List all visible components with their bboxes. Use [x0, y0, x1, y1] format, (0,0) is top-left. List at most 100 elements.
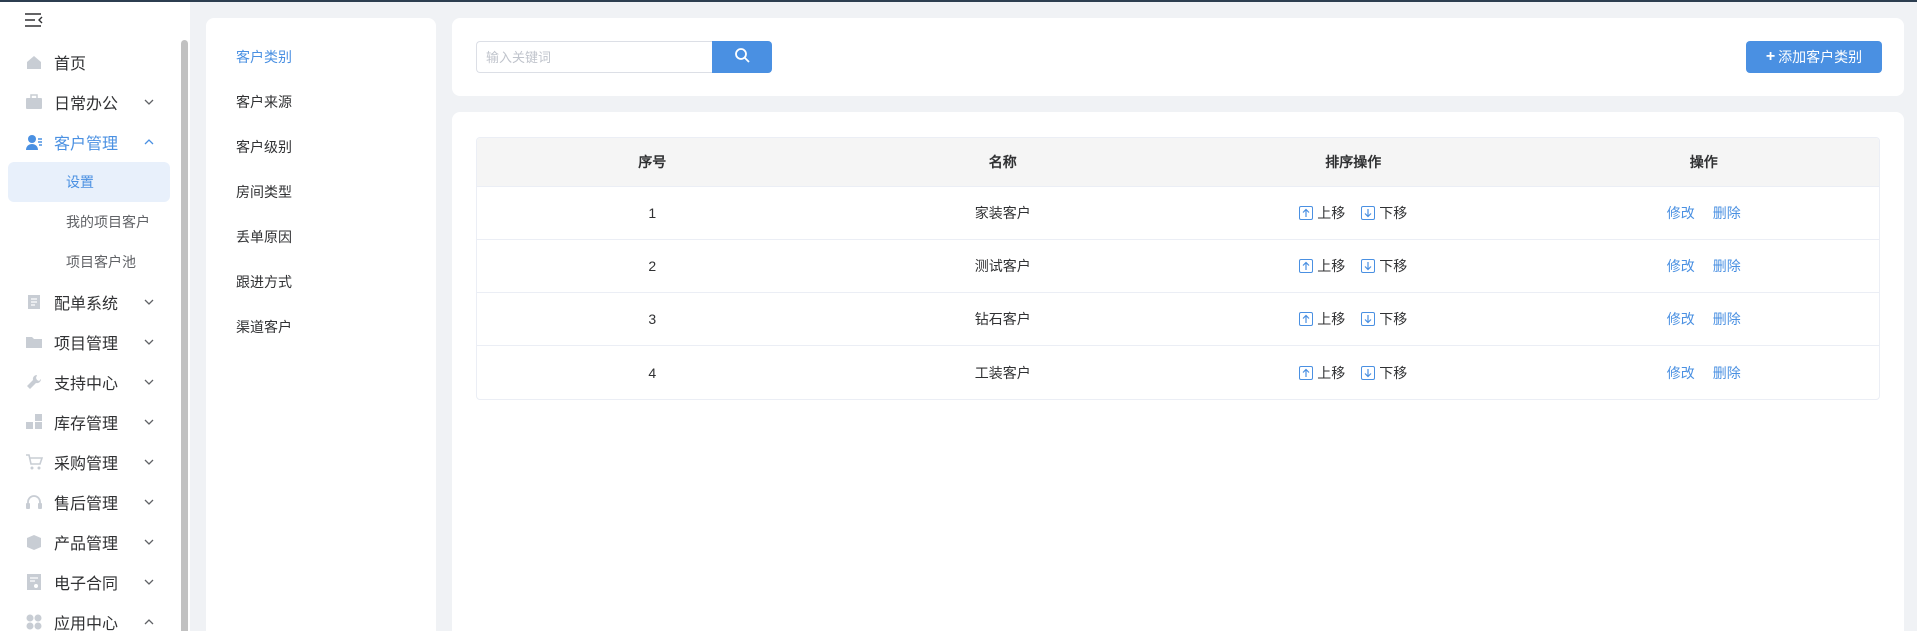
- move-up-button[interactable]: 上移: [1299, 203, 1345, 223]
- row-name: 测试客户: [974, 258, 1031, 274]
- sidebar-subitem-my-customers[interactable]: 我的项目客户: [0, 202, 178, 242]
- search-input[interactable]: [476, 41, 712, 73]
- top-border: [0, 0, 1917, 2]
- chevron-up-icon: [142, 135, 156, 149]
- sidebar-item-label: 应用中心: [54, 616, 119, 631]
- column-header-actions: 操作: [1689, 154, 1718, 170]
- move-down-button[interactable]: 下移: [1361, 203, 1407, 223]
- arrow-down-icon: [1361, 312, 1376, 326]
- cart-icon: [24, 452, 44, 472]
- edit-link[interactable]: 修改: [1667, 363, 1695, 383]
- edit-link[interactable]: 修改: [1667, 256, 1695, 276]
- move-down-label: 下移: [1379, 311, 1408, 327]
- search-button[interactable]: [712, 41, 772, 73]
- arrow-up-icon: [1299, 312, 1314, 326]
- table-header-row: 序号 名称 排序操作 操作: [477, 138, 1879, 187]
- sidebar-item-customer[interactable]: 客户管理: [0, 122, 178, 162]
- headset-icon: [24, 492, 44, 512]
- row-actions: 修改 删除: [1529, 256, 1880, 276]
- category-item-lost-reason[interactable]: 丢单原因: [206, 214, 436, 259]
- inventory-icon: [24, 412, 44, 432]
- table-body: 1 家装客户 上移 下移 修改 删除 2 测试客户 上移 下移 修改 删除 3 钻石客户 上移 下移 修改 删除 4…: [477, 187, 1879, 399]
- table-row: 1 家装客户 上移 下移 修改 删除: [477, 187, 1879, 240]
- sidebar-subitem-customer-pool[interactable]: 项目客户池: [0, 242, 178, 282]
- toolbar: + 添加客户类别: [452, 18, 1904, 96]
- sidebar-item-label: 首页: [54, 56, 87, 73]
- delete-link[interactable]: 删除: [1713, 256, 1741, 276]
- sidebar-item-label: 日常办公: [54, 96, 119, 113]
- sidebar-item-order[interactable]: 配单系统: [0, 282, 178, 322]
- table-row: 2 测试客户 上移 下移 修改 删除: [477, 240, 1879, 293]
- apps-icon: [24, 612, 44, 631]
- move-up-label: 上移: [1317, 364, 1346, 381]
- move-down-label: 下移: [1379, 205, 1408, 221]
- briefcase-icon: [24, 92, 44, 112]
- move-up-button[interactable]: 上移: [1299, 309, 1345, 329]
- sidebar-item-label: 电子合同: [54, 576, 119, 593]
- row-sort-actions: 上移 下移: [1178, 203, 1529, 223]
- edit-link[interactable]: 修改: [1667, 309, 1695, 329]
- row-actions: 修改 删除: [1529, 363, 1880, 383]
- add-button-label: 添加客户类别: [1778, 49, 1863, 65]
- category-panel: 客户类别 客户来源 客户级别 房间类型 丢单原因 跟进方式 渠道客户: [206, 18, 436, 631]
- move-up-label: 上移: [1317, 258, 1346, 274]
- sidebar-item-home[interactable]: 首页: [0, 42, 178, 82]
- column-header-index: 序号: [638, 154, 667, 170]
- chevron-down-icon: [142, 295, 156, 309]
- move-up-button[interactable]: 上移: [1299, 363, 1345, 383]
- sidebar-item-label: 支持中心: [54, 376, 119, 393]
- sidebar-scrollbar[interactable]: [181, 40, 188, 631]
- move-down-label: 下移: [1379, 258, 1408, 274]
- category-item-channel-customer[interactable]: 渠道客户: [206, 304, 436, 349]
- box-icon: [24, 532, 44, 552]
- sidebar-subitem-settings[interactable]: 设置: [8, 162, 170, 202]
- move-down-button[interactable]: 下移: [1361, 309, 1407, 329]
- sidebar-item-project[interactable]: 项目管理: [0, 322, 178, 362]
- category-item-followup-method[interactable]: 跟进方式: [206, 259, 436, 304]
- chevron-down-icon: [142, 415, 156, 429]
- search-icon: [734, 47, 750, 68]
- category-item-customer-type[interactable]: 客户类别: [206, 34, 436, 79]
- customer-icon: [24, 132, 44, 152]
- row-sort-actions: 上移 下移: [1178, 256, 1529, 276]
- sidebar-item-apps[interactable]: 应用中心: [0, 602, 178, 631]
- arrow-down-icon: [1361, 259, 1376, 273]
- sidebar-item-support[interactable]: 支持中心: [0, 362, 178, 402]
- arrow-down-icon: [1361, 365, 1376, 380]
- category-item-customer-source[interactable]: 客户来源: [206, 79, 436, 124]
- arrow-up-icon: [1299, 365, 1314, 380]
- sidebar-item-label: 产品管理: [54, 536, 119, 553]
- sidebar-item-inventory[interactable]: 库存管理: [0, 402, 178, 442]
- add-customer-type-button[interactable]: + 添加客户类别: [1746, 41, 1882, 73]
- folder-icon: [24, 332, 44, 352]
- sidebar-item-product[interactable]: 产品管理: [0, 522, 178, 562]
- sidebar-item-office[interactable]: 日常办公: [0, 82, 178, 122]
- sidebar-item-aftersales[interactable]: 售后管理: [0, 482, 178, 522]
- plus-icon: +: [1765, 48, 1776, 65]
- move-up-label: 上移: [1317, 205, 1346, 221]
- move-down-button[interactable]: 下移: [1361, 363, 1407, 383]
- chevron-down-icon: [142, 95, 156, 109]
- menu-collapse-icon[interactable]: [24, 12, 44, 28]
- category-item-room-type[interactable]: 房间类型: [206, 169, 436, 214]
- sidebar-item-label: 采购管理: [54, 456, 119, 473]
- column-header-name: 名称: [988, 154, 1017, 170]
- contract-icon: [24, 572, 44, 592]
- sidebar-item-contract[interactable]: 电子合同: [0, 562, 178, 602]
- move-up-button[interactable]: 上移: [1299, 256, 1345, 276]
- sidebar-item-label: 配单系统: [54, 296, 119, 313]
- row-name: 钻石客户: [974, 311, 1031, 327]
- category-item-customer-level[interactable]: 客户级别: [206, 124, 436, 169]
- edit-link[interactable]: 修改: [1667, 203, 1695, 223]
- row-index: 3: [648, 311, 657, 327]
- wrench-icon: [24, 372, 44, 392]
- delete-link[interactable]: 删除: [1713, 203, 1741, 223]
- arrow-down-icon: [1361, 206, 1376, 220]
- delete-link[interactable]: 删除: [1713, 309, 1741, 329]
- row-sort-actions: 上移 下移: [1178, 363, 1529, 383]
- table-row: 3 钻石客户 上移 下移 修改 删除: [477, 293, 1879, 346]
- chevron-down-icon: [142, 535, 156, 549]
- sidebar-item-purchase[interactable]: 采购管理: [0, 442, 178, 482]
- delete-link[interactable]: 删除: [1713, 363, 1741, 383]
- move-down-button[interactable]: 下移: [1361, 256, 1407, 276]
